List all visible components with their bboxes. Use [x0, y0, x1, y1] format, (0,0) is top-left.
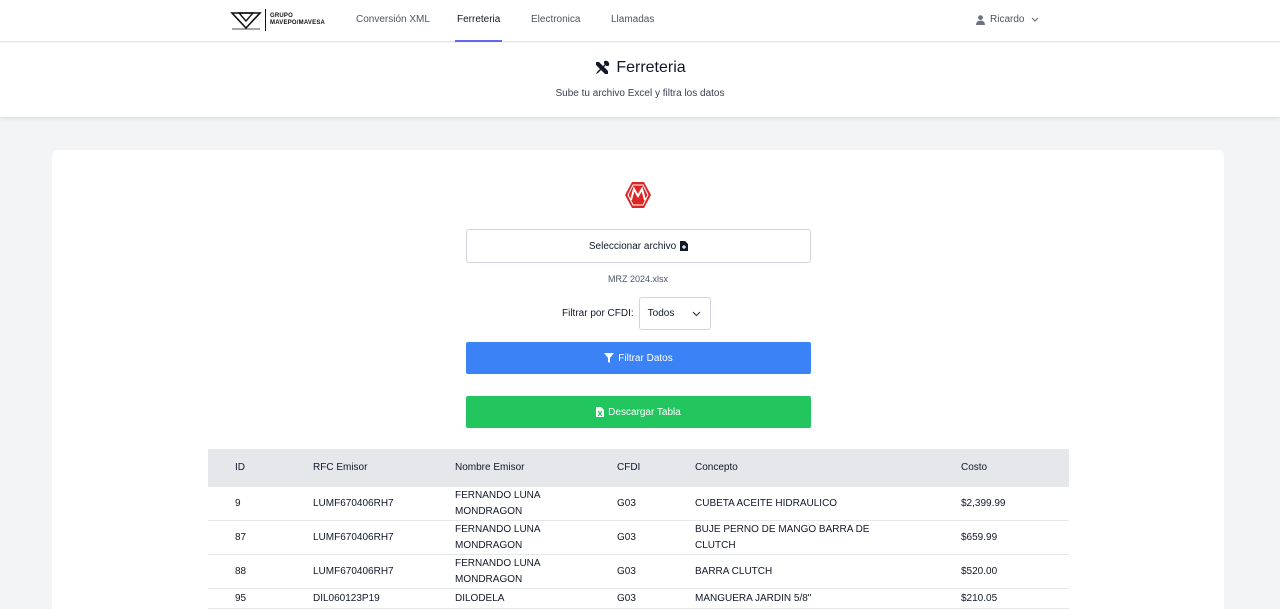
column-header-rfc-emisor[interactable]: RFC Emisor: [313, 449, 443, 487]
select-file-label: Seleccionar archivo: [588, 240, 677, 252]
cfdi-select-value: Todos: [647, 308, 675, 319]
cell-rfc-emisor: DIL060123P19: [313, 592, 380, 604]
cell-nombre-emisor: FERNANDO LUNA MONDRAGON: [455, 557, 541, 585]
company-logo[interactable]: GRUPO MAVEPO/MAVESA: [229, 8, 325, 32]
table-header-row: ID RFC Emisor Nombre Emisor CFDI Concept…: [208, 449, 1069, 487]
cell-costo: $659.99: [961, 531, 998, 543]
cfdi-select[interactable]: Todos: [638, 297, 711, 330]
table-row: 87 LUMF670406RH7 FERNANDO LUNA MONDRAGON…: [208, 521, 1069, 555]
nav-link-conversion-xml[interactable]: Conversión XML: [356, 0, 430, 42]
nav-link-ferreteria[interactable]: Ferreteria: [455, 0, 503, 42]
cell-costo: $210.05: [961, 592, 998, 604]
cell-rfc-emisor: LUMF670406RH7: [313, 565, 394, 577]
chevron-down-icon: [692, 311, 701, 316]
user-menu[interactable]: Ricardo: [976, 0, 1039, 40]
cell-nombre-emisor: DILODELA: [455, 592, 505, 604]
logo-text: GRUPO MAVEPO/MAVESA: [270, 13, 325, 27]
cell-cfdi: G03: [617, 497, 636, 509]
cell-cfdi: G03: [617, 531, 636, 543]
cell-costo: $2,399.99: [961, 497, 1006, 509]
cell-concepto: BUJE PERNO DE MANGO BARRA DE CLUTCH: [695, 523, 870, 551]
user-name: Ricardo: [990, 14, 1025, 25]
download-table-label: Descargar Tabla: [608, 406, 681, 418]
column-header-costo[interactable]: Costo: [961, 449, 1051, 487]
filter-icon: [604, 353, 615, 363]
cell-concepto: CUBETA ACEITE HIDRAULICO: [695, 497, 838, 509]
main-card: Seleccionar archivo MRZ 2024.xlsx Filtra…: [52, 150, 1224, 609]
cell-nombre-emisor: FERNANDO LUNA MONDRAGON: [455, 489, 541, 517]
cfdi-filter-label: Filtrar por CFDI:: [562, 308, 634, 319]
table-row: 95 DIL060123P19 DILODELA G03 MANGUERA JA…: [208, 589, 1069, 609]
cfdi-filter-row: Filtrar por CFDI: Todos: [562, 297, 711, 330]
cell-rfc-emisor: LUMF670406RH7: [313, 497, 394, 509]
column-header-nombre-emisor[interactable]: Nombre Emisor: [455, 449, 585, 487]
excel-file-icon: [596, 407, 605, 417]
page-title: Ferreteria: [616, 59, 686, 76]
cell-id: 88: [235, 565, 247, 577]
cell-id: 87: [235, 531, 247, 543]
file-add-icon: [680, 241, 689, 251]
nav-link-llamadas[interactable]: Llamadas: [611, 0, 654, 42]
chevron-down-icon: [1032, 17, 1039, 22]
cell-cfdi: G03: [617, 565, 636, 577]
nav-link-electronica[interactable]: Electronica: [531, 0, 580, 42]
page-title-row: Ferreteria: [0, 59, 1280, 77]
logo-text-line2: MAVEPO/MAVESA: [270, 20, 326, 26]
table-row: 9 LUMF670406RH7 FERNANDO LUNA MONDRAGON …: [208, 487, 1069, 521]
cell-nombre-emisor: FERNANDO LUNA MONDRAGON: [455, 523, 541, 551]
logo-divider: [265, 9, 266, 31]
cell-cfdi: G03: [617, 592, 636, 604]
cell-id: 9: [235, 497, 241, 509]
cell-costo: $520.00: [961, 565, 998, 577]
column-header-cfdi[interactable]: CFDI: [617, 449, 677, 487]
table-row: 88 LUMF670406RH7 FERNANDO LUNA MONDRAGON…: [208, 555, 1069, 589]
tools-icon: [596, 60, 610, 74]
selected-file-name: MRZ 2024.xlsx: [607, 274, 669, 284]
cell-id: 95: [235, 592, 247, 604]
user-icon: [976, 15, 985, 25]
logo-text-line1: GRUPO: [270, 13, 294, 19]
select-file-button[interactable]: Seleccionar archivo: [466, 229, 811, 263]
cell-concepto: BARRA CLUTCH: [695, 565, 773, 577]
filter-data-button[interactable]: Filtrar Datos: [466, 342, 811, 374]
page-subtitle: Sube tu archivo Excel y filtra los datos: [555, 88, 725, 99]
cell-rfc-emisor: LUMF670406RH7: [313, 531, 394, 543]
column-header-concepto[interactable]: Concepto: [695, 449, 905, 487]
brand-logo-icon: [625, 182, 651, 208]
column-header-id[interactable]: ID: [235, 449, 295, 487]
results-table: ID RFC Emisor Nombre Emisor CFDI Concept…: [208, 449, 1069, 609]
filter-data-label: Filtrar Datos: [618, 352, 673, 364]
download-table-button[interactable]: Descargar Tabla: [466, 396, 811, 428]
cell-concepto: MANGUERA JARDIN 5/8": [695, 592, 812, 604]
page-header: Ferreteria Sube tu archivo Excel y filtr…: [0, 43, 1280, 117]
top-navbar: GRUPO MAVEPO/MAVESA Conversión XML Ferre…: [0, 0, 1280, 42]
logo-mark-icon: [230, 12, 262, 30]
